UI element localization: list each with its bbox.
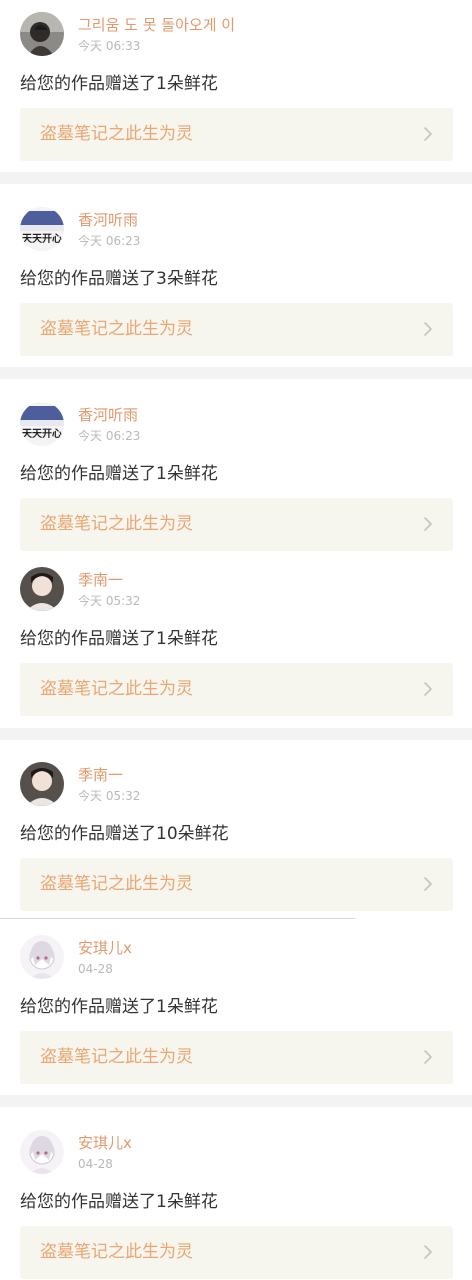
- work-title: 盗墓笔记之此生为灵: [40, 679, 193, 699]
- section-separator: [0, 172, 472, 184]
- notification-item: 季南一 今天 05:32 给您的作品赠送了10朵鲜花 盗墓笔记之此生为灵: [0, 752, 472, 912]
- username[interactable]: 香河听雨: [78, 406, 138, 424]
- avatar-image: [20, 1130, 64, 1174]
- chevron-right-icon: [424, 682, 432, 696]
- timestamp: 今天 06:23: [78, 234, 141, 248]
- work-title: 盗墓笔记之此生为灵: [40, 874, 193, 894]
- gift-message: 给您的作品赠送了1朵鲜花: [20, 464, 218, 484]
- notification-item: 天天开心 香河听雨 今天 06:23 给您的作品赠送了1朵鲜花 盗墓笔记之此生为…: [0, 392, 472, 552]
- avatar-image: [20, 12, 64, 56]
- gift-message: 给您的作品赠送了3朵鲜花: [20, 269, 218, 289]
- svg-text:天天开心: 天天开心: [22, 233, 62, 245]
- work-link-card[interactable]: 盗墓笔记之此生为灵: [20, 108, 453, 161]
- work-link-card[interactable]: 盗墓笔记之此生为灵: [20, 498, 453, 551]
- timestamp: 04-28: [78, 1157, 113, 1171]
- avatar-image: [20, 935, 64, 979]
- notification-item: 安琪儿x 04-28 给您的作品赠送了1朵鲜花 盗墓笔记之此生为灵: [0, 1120, 472, 1280]
- avatar[interactable]: [20, 1130, 64, 1174]
- avatar-image: [20, 762, 64, 806]
- username[interactable]: 香河听雨: [78, 211, 138, 229]
- work-link-card[interactable]: 盗墓笔记之此生为灵: [20, 1226, 453, 1279]
- divider-line: [0, 918, 355, 919]
- avatar-image: 天天开心: [20, 207, 64, 251]
- work-link-card[interactable]: 盗墓笔记之此生为灵: [20, 858, 453, 911]
- work-title: 盗墓笔记之此生为灵: [40, 319, 193, 339]
- svg-text:天天开心: 天天开心: [22, 428, 62, 440]
- timestamp: 今天 05:32: [78, 789, 141, 803]
- timestamp: 今天 06:23: [78, 429, 141, 443]
- chevron-right-icon: [424, 517, 432, 531]
- avatar-image: [20, 567, 64, 611]
- notification-item: 安琪儿x 04-28 给您的作品赠送了1朵鲜花 盗墓笔记之此生为灵: [0, 925, 472, 1085]
- work-link-card[interactable]: 盗墓笔记之此生为灵: [20, 303, 453, 356]
- work-link-card[interactable]: 盗墓笔记之此生为灵: [20, 663, 453, 716]
- timestamp: 今天 06:33: [78, 39, 141, 53]
- work-link-card[interactable]: 盗墓笔记之此生为灵: [20, 1031, 453, 1084]
- avatar-image: 天天开心: [20, 402, 64, 446]
- work-title: 盗墓笔记之此生为灵: [40, 1047, 193, 1067]
- avatar[interactable]: [20, 12, 64, 56]
- work-title: 盗墓笔记之此生为灵: [40, 514, 193, 534]
- avatar[interactable]: [20, 762, 64, 806]
- chevron-right-icon: [424, 127, 432, 141]
- chevron-right-icon: [424, 877, 432, 891]
- username[interactable]: 그리움 도 못 돌아오게 이: [78, 16, 235, 34]
- timestamp: 04-28: [78, 962, 113, 976]
- username[interactable]: 季南一: [78, 766, 123, 784]
- username[interactable]: 季南一: [78, 571, 123, 589]
- avatar[interactable]: 天天开心: [20, 207, 64, 251]
- work-title: 盗墓笔记之此生为灵: [40, 1242, 193, 1262]
- username[interactable]: 安琪儿x: [78, 1134, 132, 1152]
- avatar[interactable]: [20, 567, 64, 611]
- gift-message: 给您的作品赠送了1朵鲜花: [20, 629, 218, 649]
- username[interactable]: 安琪儿x: [78, 939, 132, 957]
- notification-item: 季南一 今天 05:32 给您的作品赠送了1朵鲜花 盗墓笔记之此生为灵: [0, 557, 472, 717]
- notification-item: 天天开心 香河听雨 今天 06:23 给您的作品赠送了3朵鲜花 盗墓笔记之此生为…: [0, 197, 472, 357]
- work-title: 盗墓笔记之此生为灵: [40, 124, 193, 144]
- chevron-right-icon: [424, 322, 432, 336]
- gift-message: 给您的作品赠送了10朵鲜花: [20, 824, 229, 844]
- section-separator: [0, 367, 472, 379]
- chevron-right-icon: [424, 1245, 432, 1259]
- gift-message: 给您的作品赠送了1朵鲜花: [20, 997, 218, 1017]
- section-separator: [0, 728, 472, 740]
- timestamp: 今天 05:32: [78, 594, 141, 608]
- gift-message: 给您的作品赠送了1朵鲜花: [20, 74, 218, 94]
- gift-message: 给您的作品赠送了1朵鲜花: [20, 1192, 218, 1212]
- avatar[interactable]: [20, 935, 64, 979]
- section-separator: [0, 1095, 472, 1107]
- chevron-right-icon: [424, 1050, 432, 1064]
- avatar[interactable]: 天天开心: [20, 402, 64, 446]
- notification-item: 그리움 도 못 돌아오게 이 今天 06:33 给您的作品赠送了1朵鲜花 盗墓笔…: [0, 2, 472, 162]
